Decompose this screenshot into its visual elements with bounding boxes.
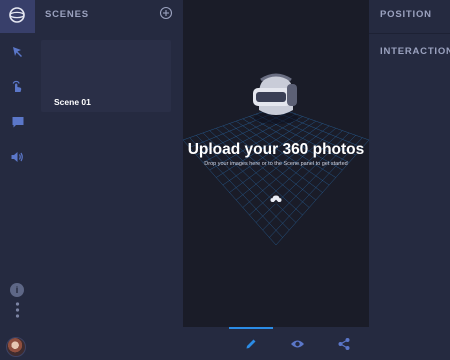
share-icon — [338, 337, 350, 350]
chat-bubble-icon — [12, 116, 23, 127]
add-scene-button[interactable] — [159, 6, 173, 20]
upload-headline: Upload your 360 photos — [187, 141, 365, 158]
eye-icon — [290, 340, 304, 347]
info-button[interactable]: i — [10, 283, 24, 297]
hotspot-tool-button[interactable] — [8, 77, 27, 96]
tab-preview[interactable] — [275, 327, 319, 360]
scene-name: Scene 01 — [54, 97, 91, 107]
upload-subtitle: Drop your images here or to the Scene pa… — [204, 161, 348, 167]
bottom-mode-bar — [35, 327, 450, 360]
cloud-upload-icon — [270, 195, 282, 206]
properties-panel: POSITION INTERACTION — [369, 0, 450, 327]
tap-hand-icon — [12, 80, 22, 92]
app-logo[interactable] — [0, 0, 35, 33]
speaker-icon — [11, 151, 23, 162]
active-tab-indicator — [229, 327, 273, 329]
comment-tool-button[interactable] — [8, 112, 27, 131]
interaction-section-title[interactable]: INTERACTION — [380, 46, 450, 57]
position-section-title[interactable]: POSITION — [380, 9, 432, 20]
sphere-logo-icon — [9, 7, 25, 23]
vertical-dots-icon — [15, 302, 20, 318]
scenes-panel: SCENES Scene 01 — [35, 0, 183, 327]
audio-tool-button[interactable] — [8, 147, 27, 166]
pencil-icon — [246, 339, 256, 348]
more-options-button[interactable] — [15, 302, 20, 318]
scene-list-item[interactable]: Scene 01 — [41, 40, 171, 112]
scenes-title: SCENES — [45, 9, 89, 20]
select-tool-button[interactable] — [8, 42, 27, 61]
plus-circle-icon — [159, 6, 173, 20]
cursor-arrow-icon — [12, 46, 22, 57]
user-avatar[interactable] — [6, 337, 26, 357]
vr-headset-icon — [253, 73, 298, 124]
tab-edit[interactable] — [229, 327, 273, 360]
upload-button[interactable] — [269, 193, 283, 207]
section-divider — [369, 33, 450, 34]
scene-canvas[interactable]: Upload your 360 photos Drop your images … — [183, 0, 369, 327]
tool-rail: i — [0, 0, 35, 360]
tab-share[interactable] — [322, 327, 366, 360]
